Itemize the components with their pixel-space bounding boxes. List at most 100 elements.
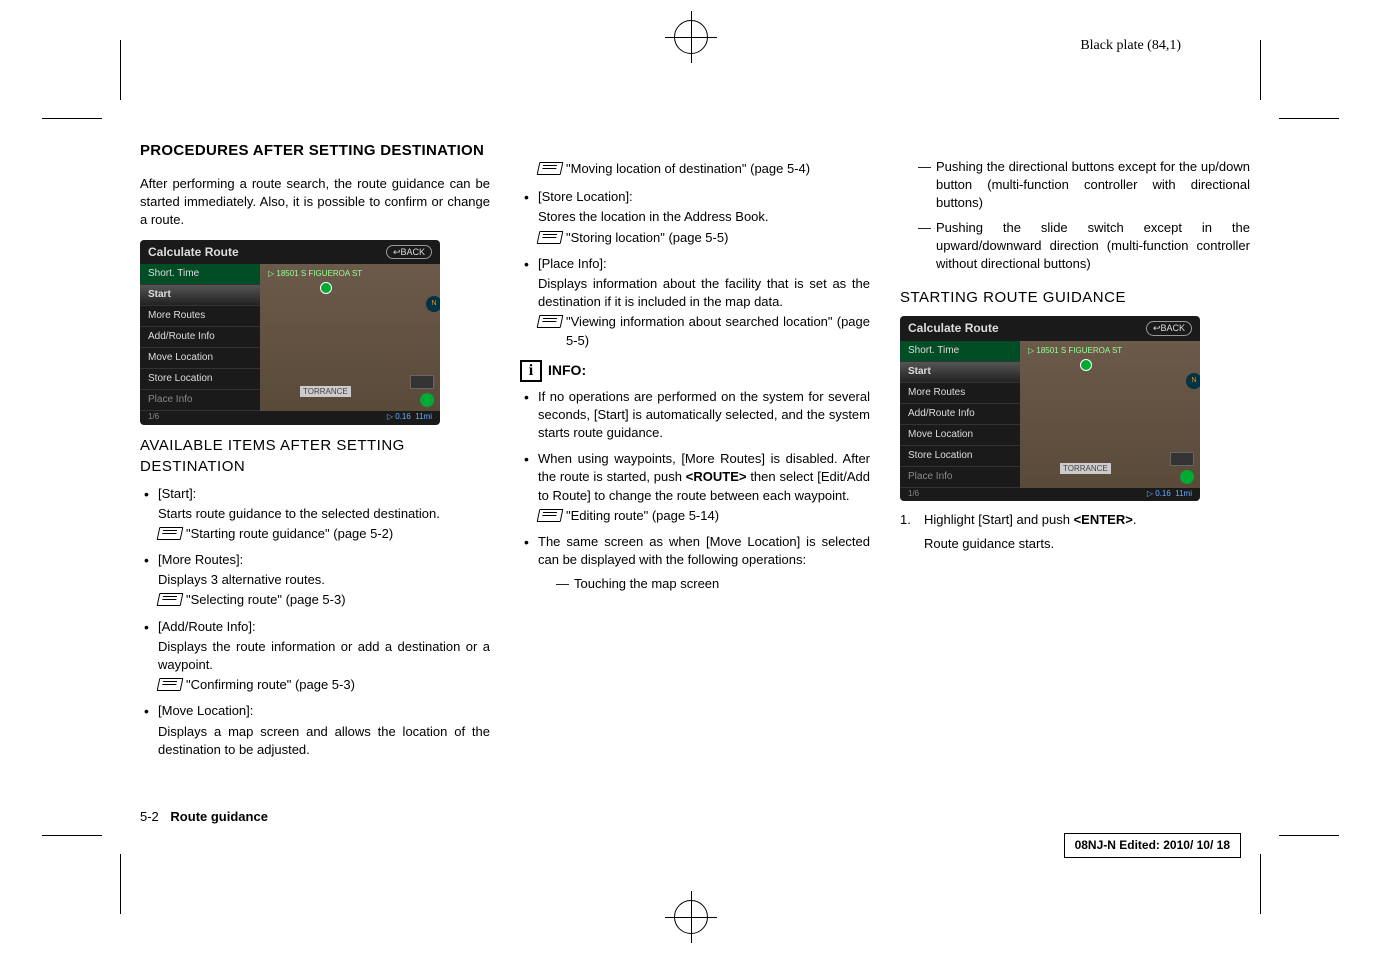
info-item-2: When using waypoints, [More Routes] is d…	[520, 450, 870, 525]
ss-address: ▷ 18501 S FIGUEROA ST	[1028, 345, 1122, 356]
menu-short-time: Short. Time	[140, 264, 260, 285]
item-add-route: [Add/Route Info]: Displays the route inf…	[140, 618, 490, 695]
crop-mark	[42, 118, 102, 119]
xref-icon: "Editing route" (page 5-14)	[538, 507, 870, 525]
menu-short-time: Short. Time	[900, 341, 1020, 362]
info-text: The same screen as when [Move Location] …	[538, 534, 870, 567]
menu-store-location: Store Location	[900, 446, 1020, 467]
registration-mark	[674, 20, 708, 54]
dash-item: Pushing the slide switch except in the u…	[918, 219, 1250, 274]
crop-mark	[1260, 40, 1261, 100]
item-desc: Displays 3 alternative routes.	[158, 571, 490, 589]
ss-dist: ▷ 0.16 11mi	[387, 411, 432, 422]
info-icon: i	[520, 360, 542, 382]
column-1: PROCEDURES AFTER SETTING DESTINATION Aft…	[140, 140, 490, 767]
item-label: [More Routes]:	[158, 552, 243, 567]
step-text: Highlight [Start] and push	[924, 512, 1074, 527]
item-desc: Starts route guidance to the selected de…	[158, 505, 490, 523]
ss-address: ▷ 18501 S FIGUEROA ST	[268, 268, 362, 279]
calc-route-screenshot-2: Calculate Route ↩BACK Short. Time Start …	[900, 316, 1200, 501]
item-label: [Add/Route Info]:	[158, 619, 256, 634]
menu-move-location: Move Location	[140, 348, 260, 369]
xref-icon: "Starting route guidance" (page 5-2)	[158, 525, 490, 543]
item-place-info: [Place Info]: Displays information about…	[520, 255, 870, 350]
crop-mark	[1279, 835, 1339, 836]
info-header: i INFO:	[520, 360, 870, 382]
north-icon	[1180, 470, 1194, 484]
item-desc: Displays the route information or add a …	[158, 638, 490, 674]
steps-list: 1. Highlight [Start] and push <ENTER>. R…	[900, 511, 1250, 553]
crop-mark	[120, 854, 121, 914]
item-desc: Displays a map screen and allows the loc…	[158, 723, 490, 759]
menu-start: Start	[900, 362, 1020, 383]
info-list: If no operations are performed on the sy…	[520, 388, 870, 594]
item-more-routes: [More Routes]: Displays 3 alternative ro…	[140, 551, 490, 610]
crop-mark	[120, 40, 121, 100]
calc-route-screenshot: Calculate Route ↩BACK Short. Time Start …	[140, 240, 440, 425]
dash-item: Pushing the directional buttons except f…	[918, 158, 1250, 213]
xref-icon: "Storing location" (page 5-5)	[538, 229, 870, 247]
ss-page: 1/6	[148, 411, 159, 422]
info-item-3: The same screen as when [Move Location] …	[520, 533, 870, 594]
menu-store-location: Store Location	[140, 369, 260, 390]
ss-title: Calculate Route	[148, 244, 239, 261]
item-label: [Move Location]:	[158, 703, 253, 718]
column-3: Pushing the directional buttons except f…	[900, 140, 1250, 767]
menu-place-info: Place Info	[900, 467, 1020, 488]
xref-icon: "Moving location of destination" (page 5…	[538, 160, 870, 178]
ss-menu: Short. Time Start More Routes Add/Route …	[140, 264, 260, 411]
ss-title: Calculate Route	[908, 320, 999, 337]
compass-north-icon: N	[1186, 373, 1200, 389]
compass-north-icon: N	[426, 296, 440, 312]
item-label: [Place Info]:	[538, 256, 607, 271]
scale-icon	[410, 375, 434, 389]
xref-icon: "Viewing information about searched loca…	[538, 313, 870, 349]
menu-more-routes: More Routes	[900, 383, 1020, 404]
section-title: PROCEDURES AFTER SETTING DESTINATION	[140, 140, 490, 161]
item-store-location: [Store Location]: Stores the location in…	[520, 188, 870, 247]
doc-id-box: 08NJ-N Edited: 2010/ 10/ 18	[1064, 833, 1241, 858]
chapter-title: Route guidance	[170, 809, 268, 824]
back-button: ↩BACK	[386, 245, 432, 260]
menu-start: Start	[140, 285, 260, 306]
map-marker	[320, 282, 332, 294]
dash-item: Touching the map screen	[556, 575, 870, 593]
item-desc: Stores the location in the Address Book.	[538, 208, 870, 226]
route-key: <ROUTE>	[686, 469, 747, 484]
xref-icon: "Confirming route" (page 5-3)	[158, 676, 490, 694]
enter-key: <ENTER>	[1074, 512, 1133, 527]
crop-mark	[42, 835, 102, 836]
step-sub: Route guidance starts.	[924, 535, 1250, 553]
item-desc: Displays information about the facility …	[538, 275, 870, 311]
ss-map: ▷ 18501 S FIGUEROA ST N TORRANCE	[260, 264, 440, 411]
item-move-location: [Move Location]: Displays a map screen a…	[140, 702, 490, 759]
available-items-heading: AVAILABLE ITEMS AFTER SETTING DESTINATIO…	[140, 435, 490, 477]
intro-paragraph: After performing a route search, the rou…	[140, 175, 490, 230]
items-list-col1: [Start]: Starts route guidance to the se…	[140, 485, 490, 759]
starting-guidance-heading: STARTING ROUTE GUIDANCE	[900, 287, 1250, 308]
step-number: 1.	[900, 511, 911, 529]
column-2: "Moving location of destination" (page 5…	[520, 140, 870, 767]
menu-add-route: Add/Route Info	[900, 404, 1020, 425]
map-marker	[1080, 359, 1092, 371]
info-item-1: If no operations are performed on the sy…	[520, 388, 870, 443]
north-icon	[420, 393, 434, 407]
item-start: [Start]: Starts route guidance to the se…	[140, 485, 490, 544]
page-content: PROCEDURES AFTER SETTING DESTINATION Aft…	[140, 140, 1250, 767]
menu-more-routes: More Routes	[140, 306, 260, 327]
item-label: [Store Location]:	[538, 189, 633, 204]
page-number: 5-2	[140, 809, 159, 824]
xref-icon: "Selecting route" (page 5-3)	[158, 591, 490, 609]
step-1: 1. Highlight [Start] and push <ENTER>. R…	[900, 511, 1250, 553]
ss-page: 1/6	[908, 488, 919, 499]
ss-city: TORRANCE	[300, 386, 351, 397]
menu-add-route: Add/Route Info	[140, 327, 260, 348]
ss-city: TORRANCE	[1060, 463, 1111, 474]
menu-move-location: Move Location	[900, 425, 1020, 446]
registration-mark	[674, 900, 708, 934]
crop-mark	[1279, 118, 1339, 119]
item-label: [Start]:	[158, 486, 196, 501]
plate-label: Black plate (84,1)	[1080, 36, 1181, 56]
info-label: INFO:	[548, 361, 586, 381]
page-footer: 5-2 Route guidance	[140, 808, 268, 826]
